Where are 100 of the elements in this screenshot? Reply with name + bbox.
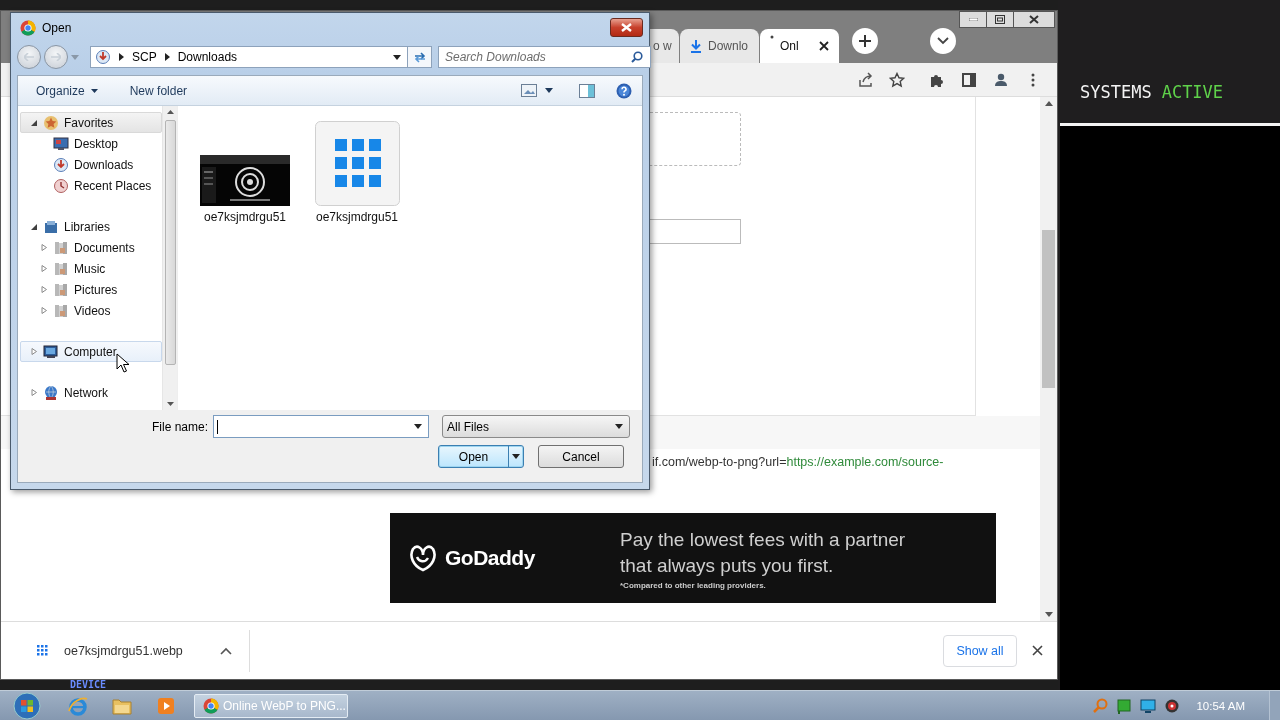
scrollbar[interactable]: [162, 106, 177, 410]
chevron-right-icon: [164, 53, 170, 61]
library-icon: [53, 260, 69, 277]
browser-tab[interactable]: o w: [649, 29, 679, 63]
tree-item[interactable]: Desktop: [20, 133, 162, 154]
caret-down-icon: [90, 88, 98, 93]
close-button[interactable]: [610, 17, 643, 37]
toolbar-button[interactable]: New folder: [121, 80, 196, 101]
share-icon[interactable]: [857, 71, 873, 88]
folder-icon[interactable]: [112, 696, 132, 715]
back-button[interactable]: [17, 45, 41, 69]
tree-item[interactable]: Pictures: [20, 279, 162, 300]
clock-icon: [53, 177, 69, 194]
monitor-icon[interactable]: [1140, 697, 1157, 714]
tree-item[interactable]: Recent Places: [20, 175, 162, 196]
clock: 10:54 AM: [1196, 699, 1245, 712]
caret-down-icon[interactable]: [545, 88, 553, 93]
profile-icon[interactable]: [993, 71, 1009, 88]
restore-icon: [995, 15, 1005, 24]
minimize-icon: [968, 18, 978, 21]
split-button[interactable]: Open: [438, 445, 524, 468]
globe-icon: [43, 384, 59, 401]
library-icon: [53, 281, 69, 298]
breadcrumb-item[interactable]: Downloads: [177, 50, 238, 64]
view-icon[interactable]: [521, 84, 537, 97]
media-player-icon[interactable]: [156, 695, 176, 716]
close-icon[interactable]: [819, 41, 829, 51]
show-all-button[interactable]: Show all: [943, 634, 1017, 667]
button[interactable]: Cancel: [538, 445, 624, 468]
star-icon: [43, 114, 59, 131]
tree-item[interactable]: Network: [20, 382, 162, 403]
tree-item[interactable]: Downloads: [20, 154, 162, 175]
file-icon: [37, 645, 48, 656]
monitor-icon: [43, 343, 59, 360]
device-label: DEVICE: [70, 680, 107, 690]
caret-down-icon: [393, 54, 401, 60]
tree-item[interactable]: Videos: [20, 300, 162, 321]
plus-icon: [858, 34, 872, 48]
search-field[interactable]: Search Downloads: [438, 46, 651, 68]
chrome-icon: [20, 20, 36, 36]
caret-down-icon: [615, 424, 623, 429]
menu-button[interactable]: Organize: [28, 80, 106, 101]
new-tab-button[interactable]: [852, 28, 878, 54]
help-icon[interactable]: [616, 82, 632, 99]
scroll-up-icon: [166, 110, 174, 114]
address-bar[interactable]: SCP Downloads: [90, 46, 408, 68]
library-icon: [53, 302, 69, 319]
close-button[interactable]: [1013, 11, 1055, 28]
chevron-right-icon: [119, 53, 124, 61]
arrow-right-icon: [51, 53, 61, 61]
download-icon: [53, 156, 69, 173]
preview-pane-icon[interactable]: [579, 83, 595, 98]
chrome-icon: [203, 697, 219, 714]
scroll-down-icon: [166, 402, 174, 406]
ad-banner[interactable]: GoDaddy Pay the lowest fees with a partner that always puts you first. *Compared to other leading providers.: [390, 513, 996, 603]
file-name[interactable]: oe7ksjmdrgu51: [315, 210, 399, 224]
tree-item[interactable]: Favorites: [20, 112, 162, 133]
monitor-icon: [53, 135, 69, 152]
scrollbar[interactable]: [1040, 97, 1057, 621]
link[interactable]: https://example.com/source-: [786, 455, 944, 469]
minimize-button[interactable]: [959, 11, 987, 28]
status-value: ACTIVE: [1161, 82, 1224, 104]
brand-logo-icon: [407, 544, 439, 572]
scroll-down-icon: [1044, 612, 1053, 617]
star-icon[interactable]: [889, 71, 905, 88]
status-label: SYSTEMS: [1080, 82, 1152, 104]
arrow-left-icon: [24, 53, 34, 61]
breadcrumb-item[interactable]: SCP: [132, 50, 157, 64]
side-panel-icon[interactable]: [961, 71, 977, 88]
file-name-label: File name:: [150, 419, 208, 434]
forward-button[interactable]: [44, 45, 68, 69]
browser-tab[interactable]: Downlo: [680, 29, 759, 63]
tree-item[interactable]: Computer: [20, 341, 162, 362]
file-name-field[interactable]: [213, 415, 429, 438]
grid-icon: [314, 121, 400, 206]
start-icon[interactable]: [12, 690, 42, 720]
caret-up-icon[interactable]: [219, 646, 232, 655]
close-icon: [621, 22, 632, 32]
refresh-button[interactable]: [408, 46, 432, 68]
file-name[interactable]: oe7ksjmdrgu51: [203, 210, 287, 224]
close-icon[interactable]: [1032, 645, 1043, 656]
caret-down-icon: [414, 424, 422, 429]
scrollbar-thumb[interactable]: [164, 120, 176, 365]
tab-list-button[interactable]: [930, 28, 956, 54]
flag-icon[interactable]: [1116, 697, 1133, 714]
close-icon: [1029, 15, 1039, 24]
browser-tab[interactable]: Onl: [760, 29, 839, 63]
scrollbar-thumb[interactable]: [1042, 230, 1055, 388]
tree-item[interactable]: Documents: [20, 237, 162, 258]
brand-name: GoDaddy: [445, 546, 535, 570]
dialog-title: Open: [42, 21, 72, 35]
download-file-name[interactable]: oe7ksjmdrgu51.webp: [64, 643, 183, 658]
scroll-up-icon: [1044, 101, 1053, 106]
tree-item[interactable]: Libraries: [20, 216, 162, 237]
speaker-icon[interactable]: [1164, 697, 1181, 714]
maximize-button[interactable]: [986, 11, 1014, 28]
tree-item[interactable]: Music: [20, 258, 162, 279]
file-type-dropdown[interactable]: All Files: [442, 415, 630, 438]
loading-icon: [770, 35, 774, 39]
downloads-icon: [95, 49, 111, 65]
